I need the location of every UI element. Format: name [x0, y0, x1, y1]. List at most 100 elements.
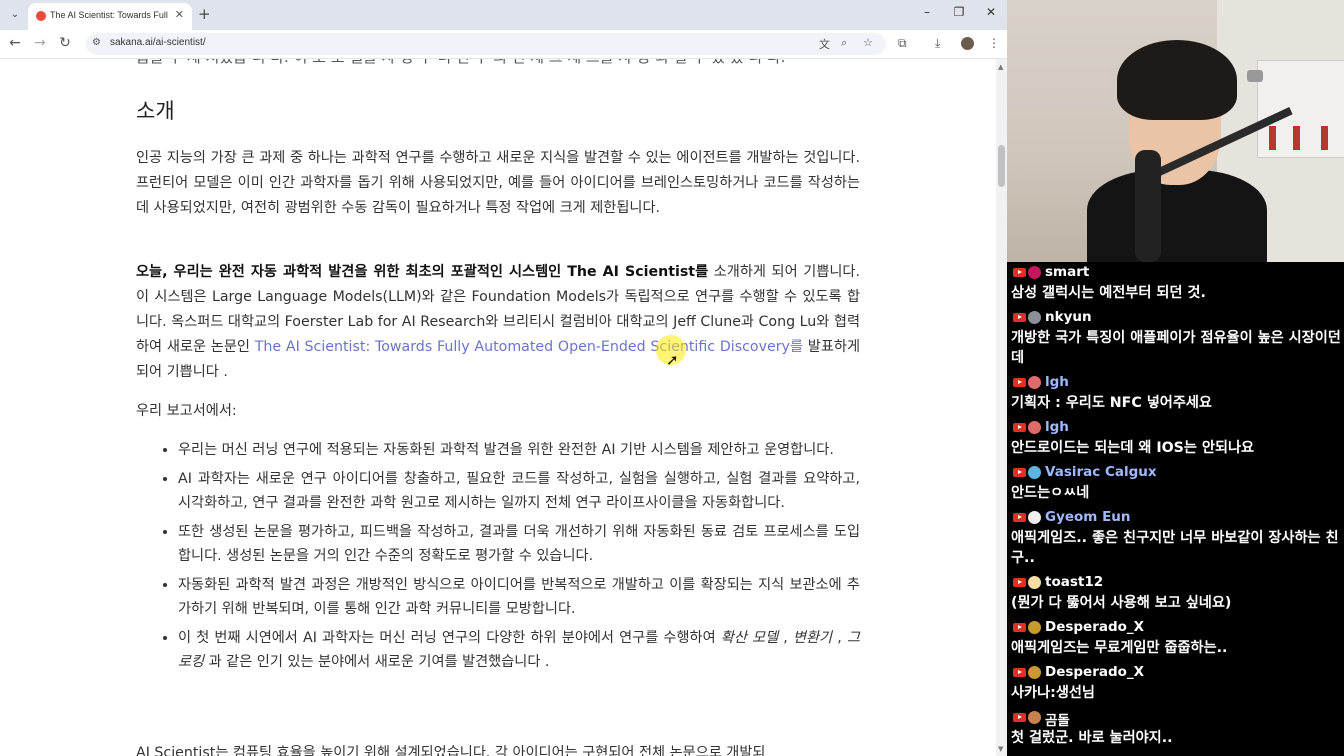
cam-shelf-item	[1269, 126, 1276, 150]
chat-username: toast12	[1045, 574, 1104, 590]
chat-message: Desperado_X 사카나:생선님	[1011, 664, 1341, 703]
youtube-icon	[1013, 423, 1026, 432]
list-item: 자동화된 과학적 발견 과정은 개방적인 방식으로 아이디어를 반복적으로 개발…	[178, 573, 860, 622]
chat-meta: nkyun	[1011, 309, 1341, 327]
microphone-icon	[1135, 150, 1161, 262]
translate-icon[interactable]: 文	[819, 36, 830, 52]
avatar	[1028, 266, 1041, 279]
chat-username: lgh	[1045, 419, 1069, 435]
chat-overlay: smart 삼성 갤럭시는 예전부터 되던 것. nkyun 개방한 국가 특징이 애…	[1007, 262, 1344, 756]
bullet5-text-b: ,	[778, 629, 793, 646]
chat-meta: 곰돌	[1011, 709, 1341, 729]
list-item: 또한 생성된 논문을 평가하고, 피드백을 작성하고, 결과를 더욱 개선하기 …	[178, 520, 860, 569]
chat-message: lgh 안드로이드는 되는데 왜 IOS는 안되나요	[1011, 419, 1341, 458]
webcam-feed	[1007, 0, 1344, 262]
paper-link[interactable]: The AI Scientist: Towards Fully Automate…	[255, 339, 803, 355]
list-item: 우리는 머신 러닝 연구에 적용되는 자동화된 과학적 발견을 위한 완전한 A…	[178, 438, 860, 463]
chat-text: 애픽게임즈.. 좋은 친구지만 너무 바보같이 장사하는 친구..	[1011, 530, 1339, 566]
avatar	[1028, 576, 1041, 589]
avatar	[1028, 666, 1041, 679]
mouse-cursor-icon: ➚	[666, 351, 679, 369]
diffusion-term: 확산 모델	[720, 629, 779, 646]
avatar	[1028, 621, 1041, 634]
scroll-up-icon[interactable]: ▲	[998, 63, 1003, 71]
back-icon[interactable]: ←	[6, 35, 24, 51]
profile-avatar[interactable]	[961, 37, 974, 50]
bullet5-text-a: 이 첫 번째 시연에서 AI 과학자는 머신 러닝 연구의 다양한 하위 분야에…	[178, 629, 721, 646]
chat-username: Vasirac Calgux	[1045, 464, 1157, 480]
chat-meta: Gyeom Eun	[1011, 509, 1341, 527]
chat-message: 곰돌 첫 걸렀군. 바로 눌러야지..	[1011, 709, 1341, 748]
chat-message: smart 삼성 갤럭시는 예전부터 되던 것.	[1011, 264, 1341, 303]
cut-off-bottom-text: AI Scientist는 컴퓨팅 효율을 높이기 위해 설계되었습니다. 각 …	[136, 745, 766, 756]
zoom-icon[interactable]: ⌕	[841, 36, 847, 50]
chat-username: lgh	[1045, 374, 1069, 390]
section-heading: 소개	[136, 99, 175, 123]
chat-message: lgh 기획자 : 우리도 NFC 넣어주세요	[1011, 374, 1341, 413]
chat-message: nkyun 개방한 국가 특징이 애플페이가 점유율이 높은 시장이던데	[1011, 309, 1341, 368]
page-scrollbar[interactable]: ▲ ▼	[996, 59, 1007, 756]
minimize-icon[interactable]: –	[917, 5, 937, 19]
youtube-icon	[1013, 623, 1026, 632]
list-item: AI 과학자는 새로운 연구 아이디어를 창출하고, 필요한 코드를 작성하고,…	[178, 467, 860, 516]
tab-search-icon[interactable]: ⌄	[6, 6, 24, 24]
restore-icon[interactable]: ❐	[949, 5, 969, 19]
chat-meta: Desperado_X	[1011, 619, 1341, 637]
report-intro: 우리 보고서에서:	[136, 403, 237, 419]
streamer-hair	[1117, 40, 1237, 120]
announcement-paragraph: 오늘, 우리는 완전 자동 과학적 발견을 위한 최초의 포괄적인 시스템인 T…	[136, 260, 860, 385]
tab-title: The AI Scientist: Towards Fully	[50, 10, 168, 20]
chat-username: 곰돌	[1045, 713, 1070, 729]
avatar	[1028, 421, 1041, 434]
youtube-icon	[1013, 313, 1026, 322]
chat-text: 삼성 갤럭시는 예전부터 되던 것.	[1011, 285, 1206, 301]
bullet5-text-d: 과 같은 인기 있는 분야에서 새로운 기여를 발견했습니다 .	[204, 654, 550, 670]
youtube-icon	[1013, 513, 1026, 522]
chat-text: 안드는ㅇㅆ네	[1011, 485, 1090, 501]
chat-text: 기획자 : 우리도 NFC 넣어주세요	[1011, 395, 1212, 411]
chat-message: toast12 (뭔가 다 뚫어서 사용해 보고 싶네요)	[1011, 574, 1341, 613]
chat-text: 개방한 국가 특징이 애플페이가 점유율이 높은 시장이던데	[1011, 330, 1341, 366]
chat-text: 안드로이드는 되는데 왜 IOS는 안되나요	[1011, 440, 1255, 456]
youtube-icon	[1013, 468, 1026, 477]
cam-wall-logo	[1247, 70, 1263, 82]
download-icon[interactable]: ⤓	[935, 36, 940, 51]
findings-list: 우리는 머신 러닝 연구에 적용되는 자동화된 과학적 발견을 위한 완전한 A…	[136, 438, 860, 679]
stream-panel: smart 삼성 갤럭시는 예전부터 되던 것. nkyun 개방한 국가 특징이 애…	[1007, 0, 1344, 756]
youtube-icon	[1013, 378, 1026, 387]
chat-username: Desperado_X	[1045, 664, 1145, 680]
forward-icon[interactable]: →	[31, 35, 49, 51]
extensions-icon[interactable]: ⧉	[898, 36, 907, 51]
chat-meta: lgh	[1011, 419, 1341, 437]
close-tab-icon[interactable]: ✕	[175, 8, 184, 21]
favicon-icon	[36, 11, 46, 21]
chat-username: nkyun	[1045, 309, 1092, 325]
browser-toolbar: ← → ↻ ⚙ sakana.ai/ai-scientist/ 文 ⌕ ☆ ⧉ …	[0, 30, 1007, 59]
chat-text: (뭔가 다 뚫어서 사용해 보고 싶네요)	[1011, 595, 1232, 611]
page-content: 습을 수 세 처었습 니 다. 이 모 모 델을 사 상 수 니 연 구 의 전…	[0, 59, 996, 756]
avatar	[1028, 466, 1041, 479]
reload-icon[interactable]: ↻	[56, 35, 74, 51]
chat-text: 애픽게임즈는 무료게임만 줍줍하는..	[1011, 640, 1228, 656]
address-bar[interactable]: ⚙ sakana.ai/ai-scientist/ 文 ⌕ ☆	[86, 33, 886, 55]
site-info-icon[interactable]: ⚙	[92, 37, 101, 48]
scrollbar-thumb[interactable]	[998, 145, 1005, 187]
avatar	[1028, 311, 1041, 324]
chat-message: Desperado_X 애픽게임즈는 무료게임만 줍줍하는..	[1011, 619, 1341, 658]
new-tab-icon[interactable]: +	[198, 5, 211, 23]
chat-message: Vasirac Calgux 안드는ㅇㅆ네	[1011, 464, 1341, 503]
chat-username: smart	[1045, 264, 1090, 280]
scroll-down-icon[interactable]: ▼	[998, 745, 1003, 753]
transformer-term: 변환기	[792, 629, 833, 646]
cam-shelf-item	[1293, 126, 1300, 150]
chat-meta: toast12	[1011, 574, 1341, 592]
bookmark-star-icon[interactable]: ☆	[863, 36, 873, 49]
chat-meta: Desperado_X	[1011, 664, 1341, 682]
list-item: 이 첫 번째 시연에서 AI 과학자는 머신 러닝 연구의 다양한 하위 분야에…	[178, 626, 860, 675]
menu-icon[interactable]: ⋮	[988, 36, 1000, 50]
tab-ai-scientist[interactable]: The AI Scientist: Towards Fully ✕	[28, 3, 192, 30]
close-window-icon[interactable]: ✕	[981, 5, 1001, 19]
chat-meta: smart	[1011, 264, 1341, 282]
url-text[interactable]: sakana.ai/ai-scientist/	[110, 37, 206, 48]
chat-message: Gyeom Eun 애픽게임즈.. 좋은 친구지만 너무 바보같이 장사하는 친구…	[1011, 509, 1341, 568]
